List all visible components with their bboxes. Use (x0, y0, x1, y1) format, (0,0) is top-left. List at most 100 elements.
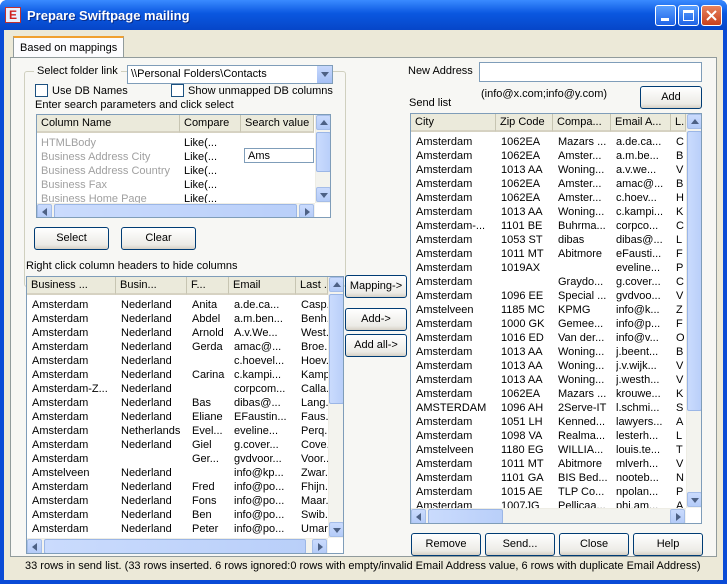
left-list-row[interactable]: Amsterdam Nederland Peter info@po... Umar... (27, 522, 343, 536)
close-button[interactable]: Close (559, 533, 629, 556)
search-row-compare[interactable]: Like(... (184, 164, 240, 178)
chevron-down-icon[interactable] (316, 66, 332, 83)
use-db-names-checkbox[interactable] (35, 84, 48, 97)
send-header-city[interactable]: City (411, 114, 496, 132)
title-bar[interactable]: E Prepare Swiftpage mailing (0, 0, 727, 30)
send-list-row[interactable]: Amstelveen 1180 EG WILLIA... louis.te... T (411, 443, 701, 457)
scroll-up-icon[interactable] (329, 277, 343, 292)
scroll-thumb[interactable] (316, 132, 330, 172)
send-list-row[interactable]: Amsterdam 1019AX eveline... P (411, 261, 701, 275)
scroll-left-icon[interactable] (37, 204, 52, 217)
send-list-row[interactable]: Amsterdam-... 1101 BE Buhrma... corpco... C (411, 219, 701, 233)
send-list-row[interactable]: Amsterdam 1013 AA Woning... j.v.wijk... V (411, 359, 701, 373)
search-vscroll[interactable] (315, 115, 330, 203)
left-list-row[interactable]: Amsterdam Nederland Anita a.de.ca... Casp... (27, 298, 343, 312)
send-button[interactable]: Send... (485, 533, 555, 556)
new-address-input[interactable] (479, 62, 702, 82)
send-list-row[interactable]: Amsterdam 1062EA Mazars ... krouwe... K (411, 387, 701, 401)
left-list-row[interactable]: Amsterdam Nederland Ben info@po... Swib... (27, 508, 343, 522)
maximize-button[interactable] (678, 5, 699, 26)
send-list-row[interactable]: Amsterdam 1015 AE TLP Co... npolan... P (411, 485, 701, 499)
send-header-lastname[interactable]: L... (671, 114, 686, 132)
send-header-company[interactable]: Compa... (553, 114, 611, 132)
send-list-row[interactable]: Amsterdam 1096 EE Special ... gvdvoo... V (411, 289, 701, 303)
search-row-column[interactable]: Business Fax (41, 178, 179, 192)
left-header-city[interactable]: Business ... (27, 277, 116, 295)
select-button[interactable]: Select (34, 227, 109, 250)
send-list-row[interactable]: Amsterdam 1062EA Mazars ... a.de.ca... C (411, 135, 701, 149)
left-list-row[interactable]: Amsterdam Nederland Arnold A.v.We... West... (27, 326, 343, 340)
left-list-row[interactable]: Amstelveen Nederland info@kp... Zwar... (27, 466, 343, 480)
send-list-row[interactable]: Amsterdam 1053 ST dibas dibas@... L (411, 233, 701, 247)
send-list-row[interactable]: Amsterdam 1013 AA Woning... j.westh... V (411, 373, 701, 387)
add-all-button[interactable]: Add all-> (345, 334, 407, 357)
scroll-down-icon[interactable] (687, 492, 701, 507)
left-header-email[interactable]: Email (229, 277, 296, 295)
scroll-down-icon[interactable] (316, 187, 330, 202)
clear-button[interactable]: Clear (121, 227, 196, 250)
send-header-email[interactable]: Email A... (611, 114, 671, 132)
scroll-thumb[interactable] (687, 131, 701, 411)
send-list-row[interactable]: Amsterdam 1013 AA Woning... c.kampi... K (411, 205, 701, 219)
left-header-country[interactable]: Busin... (116, 277, 187, 295)
scroll-down-icon[interactable] (329, 522, 343, 537)
scroll-thumb[interactable] (44, 539, 306, 553)
left-vscroll[interactable] (328, 277, 343, 538)
tab-based-on-mappings[interactable]: Based on mappings (13, 36, 125, 58)
send-vscroll[interactable] (686, 114, 701, 508)
add-button[interactable]: Add-> (345, 308, 407, 331)
send-list-row[interactable]: Amsterdam 1101 GA BIS Bed... nooteb... N (411, 471, 701, 485)
send-list-row[interactable]: Amsterdam 1000 GK Gemee... info@p... F (411, 317, 701, 331)
send-list-row[interactable]: Amsterdam 1013 AA Woning... a.v.we... V (411, 163, 701, 177)
minimize-button[interactable] (655, 5, 676, 26)
left-list-row[interactable]: Amsterdam Nederland Giel g.cover... Cove... (27, 438, 343, 452)
mapping-button[interactable]: Mapping-> (345, 275, 407, 298)
folder-combo[interactable]: \\Personal Folders\Contacts (127, 65, 333, 84)
scroll-up-icon[interactable] (687, 114, 701, 129)
scroll-thumb[interactable] (428, 509, 503, 523)
left-header-firstname[interactable]: F... (187, 277, 229, 295)
send-list-row[interactable]: Amsterdam 1062EA Amster... a.m.be... B (411, 149, 701, 163)
scroll-thumb[interactable] (54, 204, 297, 217)
left-list-row[interactable]: Amsterdam Nederland Abdel a.m.ben... Benh... (27, 312, 343, 326)
search-hscroll[interactable] (37, 203, 315, 217)
send-list-row[interactable]: Amsterdam 1011 MT Abitmore eFausti... F (411, 247, 701, 261)
send-list-row[interactable]: Amsterdam 1098 VA Realma... lesterh... L (411, 429, 701, 443)
search-row-column[interactable]: Business Address City (41, 150, 179, 164)
send-list-row[interactable]: Amstelveen 1185 MC KPMG info@k... Z (411, 303, 701, 317)
send-hscroll[interactable] (411, 508, 686, 523)
left-list-row[interactable]: Amsterdam Nederland Fred info@po... Fhijn... (27, 480, 343, 494)
left-list-row[interactable]: Amsterdam Nederland Fons info@po... Maar... (27, 494, 343, 508)
scroll-left-icon[interactable] (411, 509, 426, 523)
left-list-row[interactable]: Amsterdam Nederland Bas dibas@... Lang... (27, 396, 343, 410)
search-header-compare[interactable]: Compare (180, 115, 241, 133)
help-button[interactable]: Help (633, 533, 703, 556)
scroll-right-icon[interactable] (299, 204, 314, 217)
close-window-button[interactable] (701, 5, 722, 26)
left-header-lastname[interactable]: Last ... (296, 277, 328, 295)
search-header-column[interactable]: Column Name (37, 115, 180, 133)
search-row-column[interactable]: Business Address Country (41, 164, 179, 178)
send-list-row[interactable]: Amsterdam 1013 AA Woning... j.beent... B (411, 345, 701, 359)
scroll-left-icon[interactable] (27, 539, 42, 553)
scroll-up-icon[interactable] (316, 115, 330, 130)
left-list-row[interactable]: Amsterdam Nederland c.hoevel... Hoev... (27, 354, 343, 368)
left-list-row[interactable]: Amsterdam Nederland Gerda amac@... Broe... (27, 340, 343, 354)
search-row-compare[interactable]: Like(... (184, 136, 240, 150)
show-unmapped-checkbox[interactable] (171, 84, 184, 97)
scroll-right-icon[interactable] (670, 509, 685, 523)
send-list-row[interactable]: Amsterdam 1016 ED Van der... info@v... O (411, 331, 701, 345)
send-list-row[interactable]: AMSTERDAM 1096 AH 2Serve-IT l.schmi... S (411, 401, 701, 415)
search-value-input[interactable]: Ams (244, 148, 314, 163)
send-list-row[interactable]: Amsterdam 1062EA Amster... amac@... B (411, 177, 701, 191)
search-row-column[interactable]: HTMLBody (41, 136, 179, 150)
left-list-row[interactable]: Amsterdam Nederland Carina c.kampi... Kamp..… (27, 368, 343, 382)
new-address-add-button[interactable]: Add (640, 86, 702, 109)
scroll-right-icon[interactable] (312, 539, 327, 553)
send-list-row[interactable]: Amsterdam 1011 MT Abitmore mlverh... V (411, 457, 701, 471)
remove-button[interactable]: Remove (411, 533, 481, 556)
left-list-row[interactable]: Amsterdam Nederland Eliane EFaustin... Faus.… (27, 410, 343, 424)
scroll-thumb[interactable] (329, 294, 343, 404)
left-list-row[interactable]: Amsterdam Ger... gvdvoor... Voor... (27, 452, 343, 466)
send-list-row[interactable]: Amsterdam 1051 LH Kenned... lawyers... A (411, 415, 701, 429)
